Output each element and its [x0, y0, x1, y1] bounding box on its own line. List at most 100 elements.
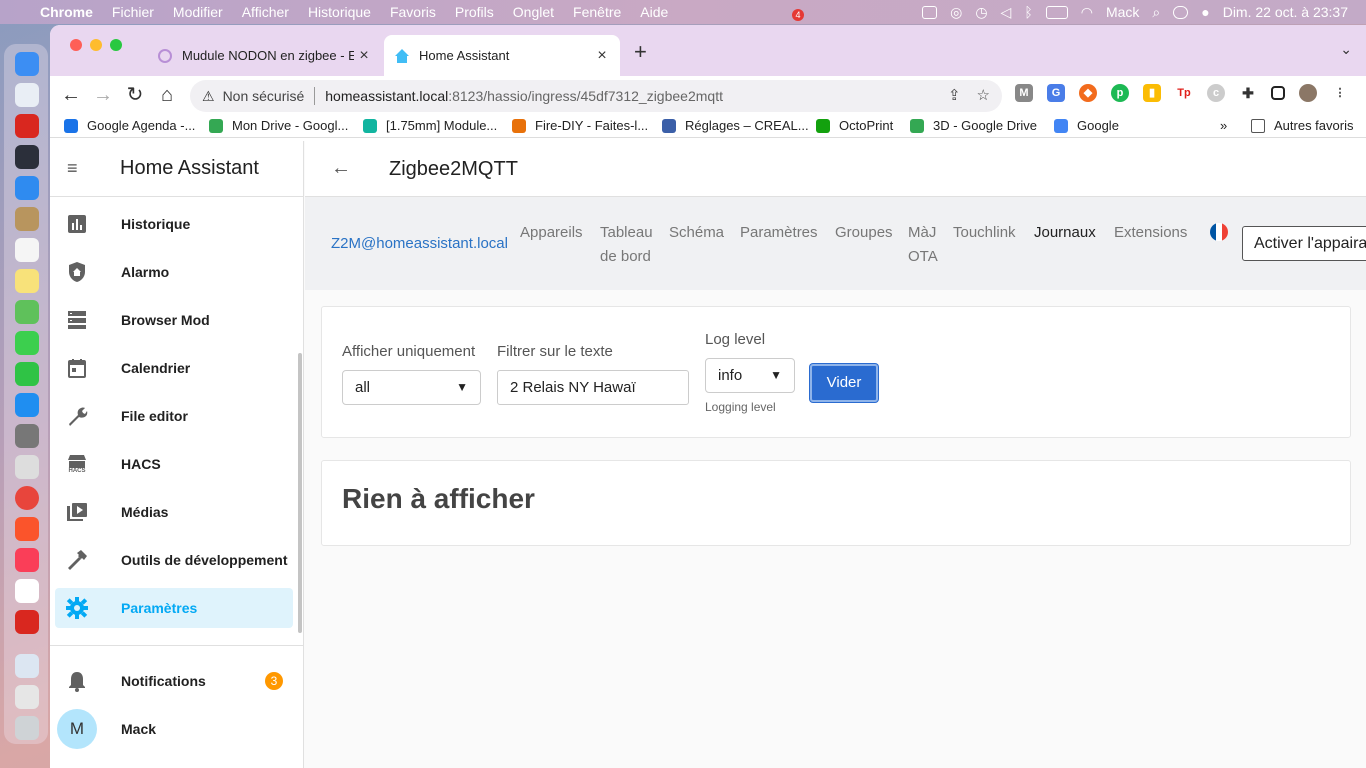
- calendar-dock-icon[interactable]: [15, 579, 39, 603]
- sidebar-item-calendrier[interactable]: Calendrier: [55, 348, 293, 388]
- keep-icon[interactable]: ▮: [1143, 84, 1161, 102]
- nav-journaux[interactable]: Journaux: [1034, 221, 1096, 245]
- bookmark-item[interactable]: 3D - Google Drive: [910, 118, 1037, 133]
- acrobat-reader-icon[interactable]: [15, 610, 39, 634]
- bookmark-item[interactable]: Mon Drive - Googl...: [209, 118, 348, 133]
- messages-icon[interactable]: [15, 331, 39, 355]
- extension-gray-icon[interactable]: c: [1207, 84, 1225, 102]
- safari-icon[interactable]: [15, 455, 39, 479]
- nav-touchlink[interactable]: Touchlink: [953, 221, 1016, 245]
- acrobat-icon[interactable]: [15, 114, 39, 138]
- document-icon[interactable]: [15, 654, 39, 678]
- maps-icon[interactable]: [15, 300, 39, 324]
- share-icon[interactable]: ⇪: [948, 86, 961, 104]
- music-icon[interactable]: [15, 548, 39, 572]
- sidebar-item-parametres[interactable]: Paramètres: [55, 588, 293, 628]
- text-filter-input[interactable]: 2 Relais NY Hawaï: [497, 370, 689, 405]
- system-preferences-icon[interactable]: [15, 424, 39, 448]
- z2m-brand-link[interactable]: Z2M@homeassistant.local: [331, 235, 508, 252]
- gmail-checker-icon[interactable]: M: [1015, 84, 1033, 102]
- menu-item-historique[interactable]: Historique: [308, 4, 371, 20]
- back-arrow-icon[interactable]: ←: [331, 157, 351, 180]
- forward-icon[interactable]: →: [92, 84, 114, 106]
- nav-maj-ota[interactable]: MàJ OTA: [908, 221, 938, 269]
- status-icon[interactable]: [922, 5, 938, 19]
- mute-icon[interactable]: ◁: [1001, 4, 1012, 21]
- menu-item-fenetre[interactable]: Fenêtre: [573, 4, 621, 20]
- maximize-window-button[interactable]: [110, 39, 122, 51]
- chrome-icon[interactable]: [15, 486, 39, 510]
- tab-home-assistant[interactable]: Home Assistant ×: [384, 35, 620, 76]
- bookmark-item[interactable]: [1.75mm] Module...: [363, 118, 497, 133]
- airplay-icon[interactable]: ◎: [950, 4, 962, 21]
- battery-icon[interactable]: [1045, 5, 1068, 19]
- sidebar-item-notifications[interactable]: Notifications 3: [55, 661, 293, 701]
- sidebar-scrollbar[interactable]: [298, 353, 302, 633]
- notes-icon[interactable]: [15, 269, 39, 293]
- trash-icon[interactable]: [15, 716, 39, 740]
- menu-item-fichier[interactable]: Fichier: [112, 4, 154, 20]
- menu-item-afficher[interactable]: Afficher: [242, 4, 289, 20]
- extension-green-icon[interactable]: p: [1111, 84, 1129, 102]
- bookmark-item[interactable]: Réglages – CREAL...: [662, 118, 809, 133]
- other-bookmarks[interactable]: Autres favoris: [1251, 118, 1353, 133]
- back-icon[interactable]: ←: [60, 84, 82, 106]
- close-tab-icon[interactable]: ×: [592, 47, 612, 65]
- menu-item-aide[interactable]: Aide: [640, 4, 668, 20]
- profile-avatar-icon[interactable]: [1299, 84, 1317, 102]
- siri-icon[interactable]: ●: [1201, 4, 1209, 20]
- control-center-icon[interactable]: [1173, 5, 1189, 19]
- security-status[interactable]: Non sécurisé: [223, 88, 305, 104]
- bookmark-item[interactable]: OctoPrint: [816, 118, 893, 133]
- french-flag-icon[interactable]: [1210, 223, 1228, 241]
- menu-app-name[interactable]: Chrome: [40, 4, 93, 20]
- menu-collapse-icon[interactable]: ≡: [67, 158, 87, 179]
- sidebar-item-browser-mod[interactable]: Browser Mod: [55, 300, 293, 340]
- reload-icon[interactable]: ↻: [124, 84, 146, 106]
- translate-icon[interactable]: G: [1047, 84, 1065, 102]
- mission-control-icon[interactable]: [15, 145, 39, 169]
- nav-schema[interactable]: Schéma: [669, 221, 724, 245]
- mail-icon[interactable]: [15, 176, 39, 200]
- clear-logs-button[interactable]: Vider: [810, 364, 878, 402]
- address-bar[interactable]: ⚠ Non sécurisé homeassistant.local :8123…: [190, 80, 1002, 112]
- side-panel-icon[interactable]: [1271, 86, 1285, 100]
- minimize-window-button[interactable]: [90, 39, 102, 51]
- contacts-icon[interactable]: [15, 207, 39, 231]
- show-only-select[interactable]: all ▼: [342, 370, 481, 405]
- new-tab-icon[interactable]: +: [634, 39, 647, 65]
- warning-icon[interactable]: ⚠: [202, 88, 215, 105]
- nav-parametres[interactable]: Paramètres: [740, 221, 818, 245]
- permit-join-button[interactable]: Activer l'appairage: [1242, 226, 1366, 261]
- screenshot-icon[interactable]: [15, 685, 39, 709]
- home-icon[interactable]: ⌂: [156, 84, 178, 106]
- close-window-button[interactable]: [70, 39, 82, 51]
- bookmark-item[interactable]: Fire-DIY - Faites-l...: [512, 118, 648, 133]
- nav-tableau-de-bord[interactable]: Tableau de bord: [600, 221, 653, 269]
- log-level-select[interactable]: info ▼: [705, 358, 795, 393]
- menubar-datetime[interactable]: Dim. 22 oct. à 23:37: [1223, 4, 1348, 20]
- sidebar-item-file-editor[interactable]: File editor: [55, 396, 293, 436]
- nav-appareils[interactable]: Appareils: [520, 221, 583, 245]
- finder-icon[interactable]: [15, 52, 39, 76]
- menu-item-favoris[interactable]: Favoris: [390, 4, 436, 20]
- sidebar-item-outils-dev[interactable]: Outils de développement: [55, 540, 293, 580]
- brave-icon[interactable]: [15, 517, 39, 541]
- bluetooth-icon[interactable]: ᛒ: [1024, 4, 1032, 20]
- bookmark-item[interactable]: Google: [1054, 118, 1119, 133]
- launchpad-icon[interactable]: [15, 83, 39, 107]
- nav-groupes[interactable]: Groupes: [835, 221, 893, 245]
- reminders-icon[interactable]: [15, 238, 39, 262]
- menu-item-profils[interactable]: Profils: [455, 4, 494, 20]
- sidebar-item-hacs[interactable]: HACS HACS: [55, 444, 293, 484]
- nav-extensions[interactable]: Extensions: [1114, 221, 1187, 245]
- tab-search-chevron-icon[interactable]: ⌄: [1340, 41, 1352, 58]
- time-machine-icon[interactable]: ◷: [975, 4, 987, 21]
- sidebar-item-medias[interactable]: Médias: [55, 492, 293, 532]
- wifi-icon[interactable]: ◠: [1081, 4, 1093, 21]
- bookmarks-overflow[interactable]: »: [1220, 118, 1227, 133]
- spotlight-icon[interactable]: ⌕: [1152, 4, 1160, 21]
- extension-orange-icon[interactable]: ◆: [1079, 84, 1097, 102]
- tab-nodon-zigbee[interactable]: Mudule NODON en zigbee - E ×: [147, 35, 382, 76]
- browser-menu-icon[interactable]: ⋮: [1331, 84, 1349, 102]
